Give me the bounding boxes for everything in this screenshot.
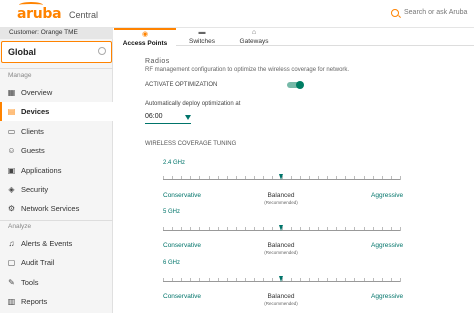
- caret-down-icon: [185, 115, 191, 120]
- sidebar-item-audit-trail[interactable]: ▢ Audit Trail: [0, 253, 113, 272]
- recommended-note: (Recommended): [264, 301, 298, 306]
- slider-mid-label: Balanced: [267, 192, 295, 199]
- scope-radio-icon[interactable]: [98, 47, 106, 55]
- slider-min-label: Conservative: [163, 242, 201, 249]
- sidebar-item-label: Devices: [21, 107, 50, 116]
- clients-icon: ▭: [7, 127, 16, 136]
- divider: [0, 68, 113, 69]
- recommended-note: (Recommended): [264, 250, 298, 255]
- tools-icon: ✎: [8, 278, 15, 287]
- tab-label: Gateways: [239, 38, 269, 45]
- network-services-icon: ⚙: [7, 204, 16, 213]
- tuning-slider-2-4ghz[interactable]: [163, 170, 401, 186]
- audit-icon: ▢: [7, 258, 16, 267]
- slider-mid-label: Balanced: [267, 293, 295, 300]
- section-title: Radios: [145, 58, 170, 65]
- reports-icon: ▥: [7, 297, 16, 306]
- overview-icon: ▦: [7, 88, 16, 97]
- guests-icon: ☺: [7, 146, 16, 155]
- auto-deploy-time-select[interactable]: 06:00: [145, 112, 191, 124]
- search-icon: [391, 9, 399, 17]
- recommended-note: (Recommended): [264, 200, 298, 205]
- sidebar-item-label: Audit Trail: [21, 258, 55, 267]
- sidebar-item-label: Applications: [21, 166, 62, 175]
- slider-max-label: Aggressive: [371, 242, 404, 249]
- sidebar-item-label: Guests: [21, 146, 45, 155]
- slider-tick: [400, 227, 401, 231]
- sidebar-item-label: Overview: [21, 88, 53, 97]
- customer-label: Customer: Orange TME: [0, 28, 113, 39]
- sidebar-item-reports[interactable]: ▥ Reports: [0, 292, 113, 311]
- tab-access-points[interactable]: ◉ Access Points: [114, 28, 176, 47]
- search-input[interactable]: Search or ask Aruba: [404, 9, 467, 16]
- sidebar-item-devices[interactable]: ▤ Devices: [0, 102, 113, 121]
- tuning-slider-5ghz[interactable]: [163, 221, 401, 237]
- band-label: 6 GHz: [163, 260, 181, 266]
- sidebar-item-label: Reports: [21, 297, 48, 306]
- slider-max-label: Aggressive: [371, 293, 404, 300]
- section-analyze: Analyze: [8, 223, 32, 230]
- sidebar-item-guests[interactable]: ☺ Guests: [0, 141, 113, 160]
- sidebar-item-label: Tools: [21, 278, 39, 287]
- security-icon: ◈: [8, 185, 15, 194]
- access-point-icon: ◉: [141, 31, 149, 38]
- selected-time: 06:00: [145, 113, 163, 120]
- auto-deploy-label: Automatically deploy optimization at: [145, 101, 241, 107]
- activate-label: ACTIVATE OPTIMIZATION: [145, 82, 218, 88]
- tab-gateways[interactable]: ⌂ Gateways: [228, 28, 280, 46]
- slider-thumb[interactable]: [279, 276, 283, 282]
- tuning-slider-6ghz[interactable]: [163, 272, 401, 288]
- divider: [0, 220, 113, 221]
- top-bar: aruba Central Search or ask Aruba: [0, 0, 474, 28]
- slider-thumb[interactable]: [279, 225, 283, 231]
- sidebar-item-clients[interactable]: ▭ Clients: [0, 122, 113, 141]
- bell-icon: ♫: [8, 239, 15, 248]
- slider-min-label: Conservative: [163, 192, 201, 199]
- main-content: Radios RF management configuration to op…: [114, 46, 474, 313]
- sidebar-item-label: Network Services: [21, 204, 80, 213]
- sidebar-item-alerts-events[interactable]: ♫ Alerts & Events: [0, 234, 113, 253]
- slider-max-label: Aggressive: [371, 192, 404, 199]
- sidebar: Customer: Orange TME Global Manage ▦ Ove…: [0, 28, 113, 313]
- sidebar-item-overview[interactable]: ▦ Overview: [0, 83, 113, 102]
- aruba-logo[interactable]: aruba: [17, 2, 62, 22]
- section-manage: Manage: [8, 72, 32, 79]
- activate-optimization-toggle[interactable]: [287, 81, 304, 89]
- tab-label: Switches: [188, 38, 215, 45]
- sidebar-item-label: Alerts & Events: [21, 239, 73, 248]
- sidebar-item-tools[interactable]: ✎ Tools: [0, 273, 113, 292]
- switch-icon: ▬: [198, 29, 206, 36]
- tab-switches[interactable]: ▬ Switches: [176, 28, 228, 46]
- sidebar-item-applications[interactable]: ▣ Applications: [0, 161, 113, 180]
- gateway-icon: ⌂: [251, 29, 257, 36]
- slider-tick: [400, 278, 401, 282]
- product-name: Central: [69, 10, 99, 20]
- sidebar-item-network-services[interactable]: ⚙ Network Services: [0, 199, 113, 218]
- sidebar-item-label: Clients: [21, 127, 44, 136]
- section-description: RF management configuration to optimize …: [145, 67, 350, 73]
- scope-selector[interactable]: Global: [1, 41, 112, 63]
- sidebar-item-security[interactable]: ◈ Security: [0, 180, 113, 199]
- slider-mid-label: Balanced: [267, 242, 295, 249]
- device-tabs: ◉ Access Points ▬ Switches ⌂ Gateways: [114, 28, 474, 47]
- devices-icon: ▤: [7, 107, 16, 116]
- slider-min-label: Conservative: [163, 293, 201, 300]
- scope-label: Global: [8, 47, 37, 57]
- sidebar-item-label: Security: [21, 185, 49, 194]
- band-label: 2.4 GHz: [163, 160, 186, 166]
- band-label: 5 GHz: [163, 209, 181, 215]
- search-bar[interactable]: Search or ask Aruba: [386, 6, 474, 22]
- slider-thumb[interactable]: [279, 174, 283, 180]
- tuning-title: WIRELESS COVERAGE TUNING: [145, 141, 237, 147]
- slider-tick: [400, 176, 401, 180]
- applications-icon: ▣: [7, 166, 16, 175]
